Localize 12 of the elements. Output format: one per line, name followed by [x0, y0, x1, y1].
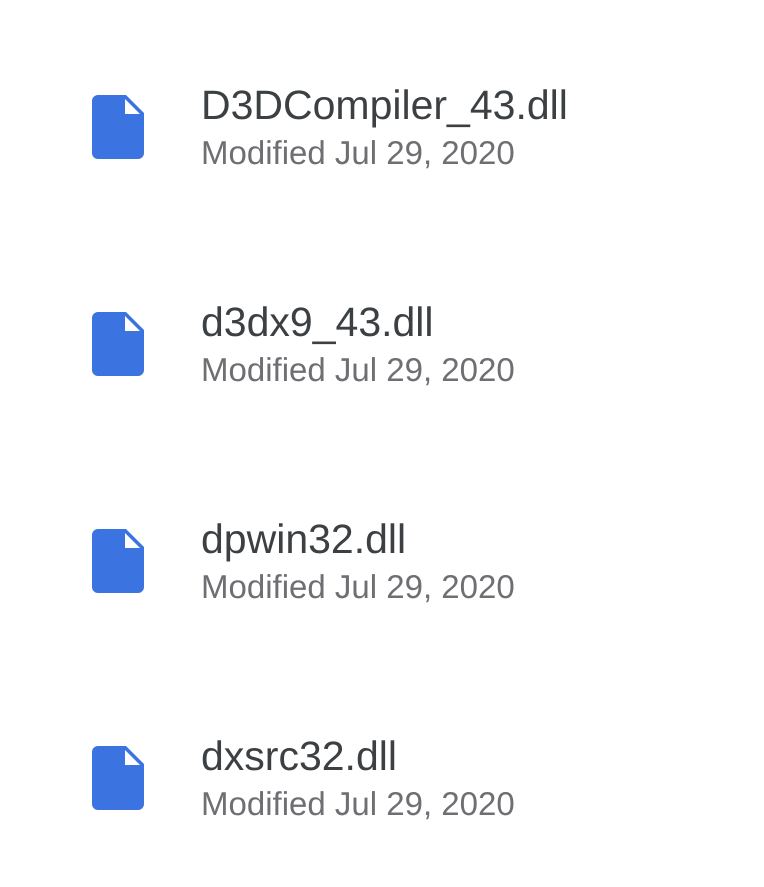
modified-date: Modified Jul 29, 2020 [201, 566, 515, 606]
file-name[interactable]: D3DCompiler_43.dll [201, 80, 568, 128]
file-icon [92, 94, 144, 158]
modified-date: Modified Jul 29, 2020 [201, 784, 515, 824]
file-name[interactable]: d3dx9_43.dll [201, 298, 515, 346]
file-name[interactable]: dxsrc32.dll [201, 732, 515, 780]
file-icon [92, 312, 144, 376]
modified-date: Modified Jul 29, 2020 [201, 132, 516, 172]
file-name[interactable]: dpwin32.dll [201, 514, 515, 562]
modified-date: Modified Jul 29, 2020 [201, 350, 515, 390]
file-icon [92, 528, 144, 592]
file-icon [92, 746, 144, 810]
